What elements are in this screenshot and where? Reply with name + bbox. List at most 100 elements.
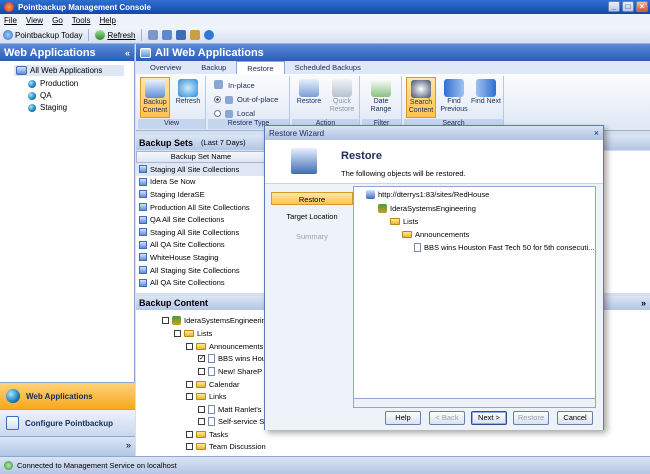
backup-content-button[interactable]: Backup Content	[140, 77, 170, 118]
tab-restore[interactable]: Restore	[236, 61, 285, 74]
step-restore[interactable]: Restore	[271, 192, 353, 205]
nav-overflow[interactable]: »	[0, 436, 135, 456]
restore-button[interactable]: Restore	[294, 77, 324, 118]
restore-button[interactable]: Restore	[513, 411, 549, 425]
step-summary[interactable]: Summary	[271, 230, 353, 243]
checkbox[interactable]	[186, 393, 193, 400]
chevron-down-icon[interactable]: »	[641, 298, 646, 308]
tree-node[interactable]: Calendar	[186, 380, 239, 389]
ribbon-refresh-button[interactable]: Refresh	[173, 77, 203, 118]
left-pane-header: Web Applications «	[0, 44, 134, 61]
checkbox[interactable]	[174, 330, 181, 337]
cancel-button[interactable]: Cancel	[557, 411, 593, 425]
checkbox[interactable]	[186, 343, 193, 350]
checkbox[interactable]	[186, 381, 193, 388]
checkbox[interactable]	[198, 368, 205, 375]
nav-web-applications[interactable]: Web Applications	[0, 382, 135, 409]
close-icon[interactable]: ×	[636, 1, 648, 12]
tree-item-staging[interactable]: Staging	[28, 103, 134, 112]
monitor-icon[interactable]	[162, 30, 173, 40]
find-next-button[interactable]: Find Next	[471, 77, 501, 118]
backup-set-icon	[139, 177, 147, 186]
tab-overview[interactable]: Overview	[140, 61, 191, 74]
checkbox[interactable]	[198, 406, 205, 413]
table-row[interactable]: Staging All Site Collections	[136, 163, 266, 176]
tree-item-production[interactable]: Production	[28, 79, 134, 88]
table-row[interactable]: QA All Site Collections	[136, 213, 266, 226]
today-button[interactable]: Pointbackup Today	[3, 30, 82, 40]
tree-node[interactable]: IderaSystemsEngineering	[162, 316, 266, 325]
tree-node[interactable]: Links	[186, 392, 227, 401]
back-button[interactable]: < Back	[429, 411, 465, 425]
maximize-icon[interactable]: □	[622, 1, 634, 12]
menu-bar: File View Go Tools Help	[0, 14, 650, 27]
tree-node[interactable]: Lists	[390, 217, 418, 226]
nav-configure-pointbackup[interactable]: Configure Pointbackup	[0, 409, 135, 436]
backup-set-icon	[139, 278, 147, 287]
globe-icon	[28, 103, 36, 112]
chevron-down-icon[interactable]: »	[126, 440, 131, 450]
grid-icon[interactable]	[148, 30, 159, 40]
radio-local[interactable]: Local	[214, 109, 255, 118]
checklist-icon	[6, 416, 19, 430]
tree-node[interactable]: IderaSystemsEngineering	[378, 204, 476, 213]
help-button[interactable]: Help	[385, 411, 421, 425]
globe-icon	[28, 91, 36, 100]
checkbox[interactable]	[186, 431, 193, 438]
checkbox[interactable]	[198, 418, 205, 425]
refresh-icon	[95, 30, 106, 40]
menu-tools[interactable]: Tools	[72, 16, 91, 25]
tree-node[interactable]: Matt Ranlet's	[198, 405, 262, 414]
table-row[interactable]: All Staging Site Collections	[136, 264, 266, 277]
refresh-label: Refresh	[107, 30, 136, 40]
tree-node[interactable]: ✓ BBS wins Hou	[198, 354, 266, 363]
radio-in-place[interactable]: In-place	[228, 81, 255, 90]
tree-node[interactable]: http://dterrys1:83/sites/RedHouse	[366, 190, 489, 199]
find-previous-button[interactable]: Find Previous	[439, 77, 469, 118]
table-row[interactable]: Production All Site Collections	[136, 201, 266, 214]
tree-node[interactable]: Tasks	[186, 430, 228, 439]
horizontal-scrollbar[interactable]	[353, 398, 596, 408]
search-content-button[interactable]: Search Content	[406, 77, 436, 118]
globe-icon	[6, 389, 20, 403]
tree-node[interactable]: Lists	[174, 329, 212, 338]
tree-node[interactable]: Team Discussion	[186, 442, 266, 451]
menu-view[interactable]: View	[26, 16, 43, 25]
backup-set-list: Staging All Site Collections Idera Se No…	[136, 163, 266, 293]
menu-file[interactable]: File	[4, 16, 17, 25]
radio-out-of-place[interactable]: Out-of-place	[214, 95, 278, 104]
tab-backup[interactable]: Backup	[191, 61, 236, 74]
tree-node[interactable]: Self-service S	[198, 417, 264, 426]
next-button[interactable]: Next >	[471, 411, 507, 425]
step-target-location[interactable]: Target Location	[271, 210, 353, 223]
checkbox[interactable]: ✓	[198, 355, 205, 362]
tab-scheduled-backups[interactable]: Scheduled Backups	[285, 61, 371, 74]
tree-node[interactable]: New! ShareP	[198, 367, 262, 376]
tree-node[interactable]: Announcements	[186, 342, 263, 351]
table-row[interactable]: All QA Site Collections	[136, 239, 266, 252]
table-row[interactable]: Staging IderaSE	[136, 188, 266, 201]
collapse-icon[interactable]: «	[125, 48, 130, 58]
column-header-backup-set-name[interactable]: Backup Set Name	[136, 151, 266, 163]
table-row[interactable]: WhiteHouse Staging	[136, 251, 266, 264]
menu-help[interactable]: Help	[99, 16, 115, 25]
quick-restore-button[interactable]: Quick Restore	[327, 77, 357, 118]
site-icon	[378, 204, 387, 213]
minimize-icon[interactable]: _	[608, 1, 620, 12]
tree-node[interactable]: BBS wins Houston Fast Tech 50 for 5th co…	[414, 243, 594, 252]
tree-item-qa[interactable]: QA	[28, 91, 134, 100]
refresh-button[interactable]: Refresh	[95, 30, 135, 40]
table-row[interactable]: Staging All Site Collections	[136, 226, 266, 239]
table-row[interactable]: All QA Site Collections	[136, 276, 266, 289]
key-icon[interactable]	[190, 30, 201, 40]
checkbox[interactable]	[162, 317, 169, 324]
database-icon[interactable]	[176, 30, 187, 40]
checkbox[interactable]	[186, 443, 193, 450]
tree-item-all-web-applications[interactable]: All Web Applications	[14, 65, 124, 76]
menu-go[interactable]: Go	[52, 16, 63, 25]
help-icon[interactable]	[204, 30, 215, 40]
date-range-button[interactable]: Date Range	[366, 77, 396, 118]
table-row[interactable]: Idera Se Now	[136, 176, 266, 189]
tree-node[interactable]: Announcements	[402, 230, 469, 239]
close-icon[interactable]: ×	[594, 128, 599, 138]
